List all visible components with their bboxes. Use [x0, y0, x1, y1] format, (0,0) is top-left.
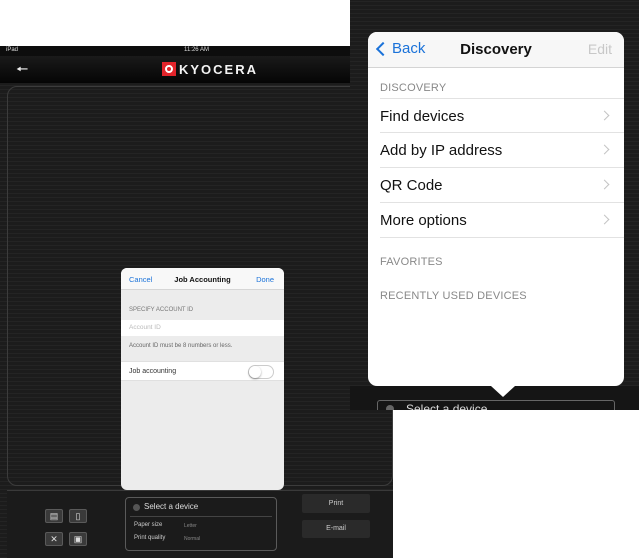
select-device-label: Select a device: [406, 402, 488, 410]
chevron-right-icon: [599, 110, 610, 121]
discovery-screen: Back Discovery Edit DISCOVERY Find devic…: [350, 0, 639, 410]
app-header: 🠔 KYOCERA: [0, 56, 393, 83]
back-label: Back: [392, 40, 426, 57]
page-icon[interactable]: ▯: [69, 509, 87, 523]
list-item-label: Find devices: [380, 108, 465, 125]
paper-size-label: Paper size: [134, 522, 163, 528]
device-status-dot-icon: [133, 504, 140, 511]
save-icon[interactable]: ▣: [69, 532, 87, 546]
discovery-section-header: DISCOVERY: [380, 82, 447, 94]
specify-account-section-header: SPECIFY ACCOUNT ID: [129, 307, 194, 313]
account-id-field[interactable]: Account ID: [121, 320, 284, 336]
chevron-left-icon: [375, 41, 391, 56]
account-id-hint: Account ID must be 8 numbers or less.: [129, 343, 233, 349]
popover-arrow: [491, 386, 515, 397]
print-quality-label: Print quality: [134, 535, 166, 541]
bottom-toolbar: ▤ ▯ ✕ ▣ Select a device Paper size Lette…: [7, 490, 393, 558]
back-button[interactable]: Back: [374, 40, 425, 57]
print-button[interactable]: Print: [302, 494, 370, 513]
done-button[interactable]: Done: [256, 275, 274, 284]
email-button[interactable]: E-mail: [302, 520, 370, 538]
device-status-dot-icon: [386, 405, 394, 410]
job-accounting-label: Job accounting: [129, 368, 177, 375]
more-options-item[interactable]: More options: [380, 203, 624, 238]
edit-button[interactable]: Edit: [588, 41, 612, 57]
job-accounting-nav-bar: Cancel Job Accounting Done: [121, 268, 284, 290]
job-accounting-toggle[interactable]: [248, 365, 274, 379]
toggle-knob: [249, 366, 261, 378]
recently-used-section-header: RECENTLY USED DEVICES: [380, 290, 527, 302]
paper-size-value[interactable]: Letter: [184, 523, 197, 529]
list-item-label: Add by IP address: [380, 142, 503, 159]
cancel-button[interactable]: Cancel: [129, 275, 152, 284]
discovery-nav-bar: Back Discovery Edit: [368, 32, 624, 68]
device-settings-panel[interactable]: Select a device Paper size Letter Print …: [125, 497, 277, 551]
discovery-list: Find devices Add by IP address QR Code M…: [368, 98, 624, 238]
kyocera-logo-text: KYOCERA: [179, 61, 259, 77]
add-by-ip-item[interactable]: Add by IP address: [380, 133, 624, 168]
find-devices-item[interactable]: Find devices: [380, 98, 624, 133]
job-accounting-popover: Cancel Job Accounting Done SPECIFY ACCOU…: [121, 268, 284, 490]
favorites-section-header: FAVORITES: [380, 256, 443, 268]
select-device-box[interactable]: Select a device: [377, 400, 615, 410]
kyocera-logo-mark-icon: [162, 62, 176, 76]
chevron-right-icon: [599, 214, 610, 225]
close-icon[interactable]: ✕: [45, 532, 63, 546]
job-accounting-row: Job accounting: [121, 361, 284, 381]
chevron-right-icon: [599, 144, 610, 155]
kyocera-logo: KYOCERA: [162, 61, 258, 77]
qr-code-item[interactable]: QR Code: [380, 168, 624, 203]
divider: [130, 516, 272, 517]
status-time: 11:26 AM: [184, 47, 209, 53]
discovery-popover: Back Discovery Edit DISCOVERY Find devic…: [368, 32, 624, 386]
back-arrow-icon[interactable]: 🠔: [16, 59, 28, 83]
status-bar: iPad 11:26 AM: [0, 46, 393, 56]
print-quality-value[interactable]: Normal: [184, 536, 200, 542]
kyocera-app-screen: iPad 11:26 AM 🠔 KYOCERA Cancel Job Accou…: [0, 46, 393, 558]
book-icon[interactable]: ▤: [45, 509, 63, 523]
chevron-right-icon: [599, 179, 610, 190]
list-item-label: QR Code: [380, 177, 443, 194]
list-item-label: More options: [380, 212, 467, 229]
select-device-label[interactable]: Select a device: [144, 502, 198, 511]
